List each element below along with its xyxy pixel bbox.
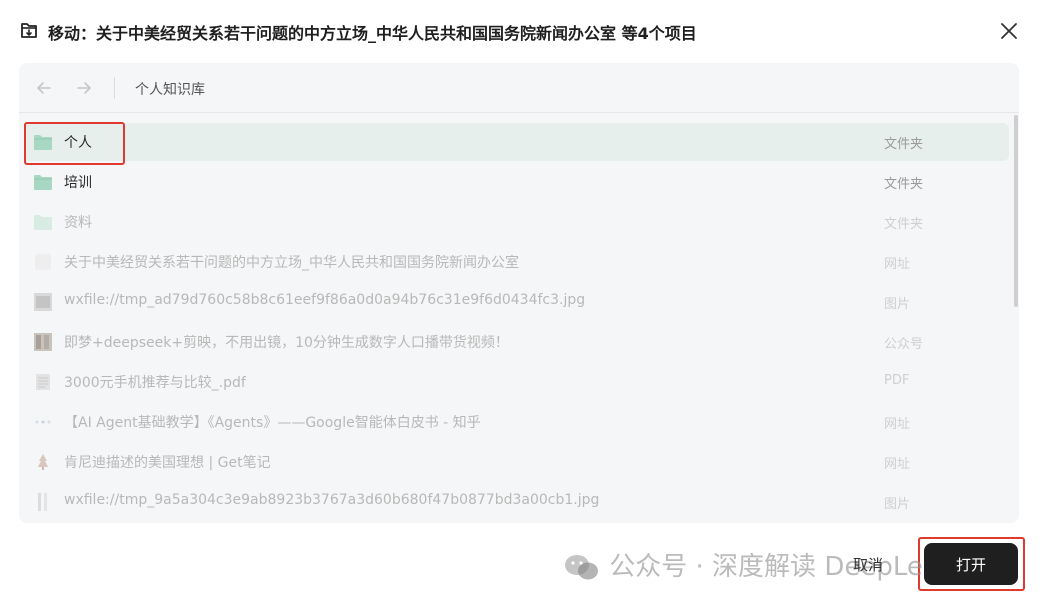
item-name: 个人 — [64, 135, 92, 151]
watermark-text: 公众号 · 深度解读 DeepLearn — [609, 552, 966, 582]
item-name: 肯尼迪描述的美国理想 | Get笔记 — [64, 455, 271, 471]
item-type: 网址 — [884, 257, 911, 272]
item-name: 3000元手机推荐与比较_.pdf — [64, 375, 246, 391]
item-name: 【AI Agent基础教学】《Agents》——Google智能体白皮书 - 知… — [64, 415, 481, 431]
webpage-icon — [35, 254, 51, 270]
item-name: 资料 — [64, 215, 92, 231]
image-thumbnail-icon — [38, 493, 47, 511]
browser-toolbar: 个人知识库 — [19, 63, 1019, 113]
toolbar-divider — [114, 77, 115, 99]
item-type: PDF — [884, 373, 910, 388]
file-browser-panel: 个人知识库 个人 文件夹 培训 文件夹 资料 文件夹 关于中美经贸关系若干问题的… — [19, 63, 1019, 523]
item-type: 文件夹 — [884, 137, 924, 152]
webpage-icon — [38, 454, 48, 470]
cancel-button[interactable]: 取消 — [836, 544, 900, 584]
list-item: 3000元手机推荐与比较_.pdf PDF — [25, 363, 1009, 401]
wechat-icon — [565, 554, 598, 579]
breadcrumb[interactable]: 个人知识库 — [135, 79, 205, 99]
list-item[interactable]: 培训 文件夹 — [25, 163, 1009, 201]
open-button[interactable]: 打开 — [924, 543, 1018, 585]
item-type: 文件夹 — [884, 217, 924, 232]
list-item: wxfile://tmp_9a5a304c3e9ab8923b3767a3d60… — [25, 483, 1009, 521]
folder-icon — [34, 175, 52, 190]
list-item: 资料 文件夹 — [25, 203, 1009, 241]
watermark: 公众号 · 深度解读 DeepLearn — [563, 546, 966, 582]
list-item: 肯尼迪描述的美国理想 | Get笔记 网址 — [25, 443, 1009, 481]
dialog-header: 移动：关于中美经贸关系若干问题的中方立场_中华人民共和国国务院新闻办公室 等4个… — [0, 0, 1040, 62]
item-type: 文件夹 — [884, 177, 924, 192]
list-item: 【AI Agent基础教学】《Agents》——Google智能体白皮书 - 知… — [25, 403, 1009, 441]
item-type: 网址 — [884, 457, 911, 472]
list-item[interactable]: 个人 文件夹 — [25, 123, 1009, 161]
arrow-left-icon[interactable] — [34, 78, 54, 98]
pdf-icon — [36, 374, 50, 390]
list-item: 即梦+deepseek+剪映，不用出镜，10分钟生成数字人口播带货视频！ 公众号 — [25, 323, 1009, 361]
item-name: 培训 — [64, 175, 92, 191]
webpage-icon — [35, 420, 51, 424]
item-name: 即梦+deepseek+剪映，不用出镜，10分钟生成数字人口播带货视频！ — [64, 335, 509, 351]
item-type: 图片 — [884, 497, 911, 512]
image-thumbnail-icon — [34, 293, 52, 311]
article-thumbnail-icon — [34, 333, 52, 351]
item-name: 关于中美经贸关系若干问题的中方立场_中华人民共和国国务院新闻办公室 — [64, 255, 519, 271]
move-to-folder-icon — [21, 23, 37, 38]
item-type: 图片 — [884, 297, 911, 312]
dialog-title: 移动：关于中美经贸关系若干问题的中方立场_中华人民共和国国务院新闻办公室 等4个… — [48, 24, 697, 43]
item-type: 公众号 — [884, 337, 924, 352]
list-item: 关于中美经贸关系若干问题的中方立场_中华人民共和国国务院新闻办公室 网址 — [25, 243, 1009, 281]
item-name: wxfile://tmp_9a5a304c3e9ab8923b3767a3d60… — [64, 492, 600, 508]
file-list: 个人 文件夹 培训 文件夹 资料 文件夹 关于中美经贸关系若干问题的中方立场_中… — [19, 113, 1019, 523]
list-scrollbar[interactable] — [1014, 115, 1018, 307]
list-item: wxfile://tmp_ad79d760c58b8c61eef9f86a0d0… — [25, 283, 1009, 321]
folder-icon — [34, 135, 52, 150]
move-dialog: 移动：关于中美经贸关系若干问题的中方立场_中华人民共和国国务院新闻办公室 等4个… — [0, 0, 1040, 606]
item-name: wxfile://tmp_ad79d760c58b8c61eef9f86a0d0… — [64, 292, 586, 308]
folder-icon — [34, 215, 52, 230]
item-type: 网址 — [884, 417, 911, 432]
arrow-right-icon[interactable] — [74, 78, 94, 98]
close-icon[interactable] — [998, 20, 1020, 42]
